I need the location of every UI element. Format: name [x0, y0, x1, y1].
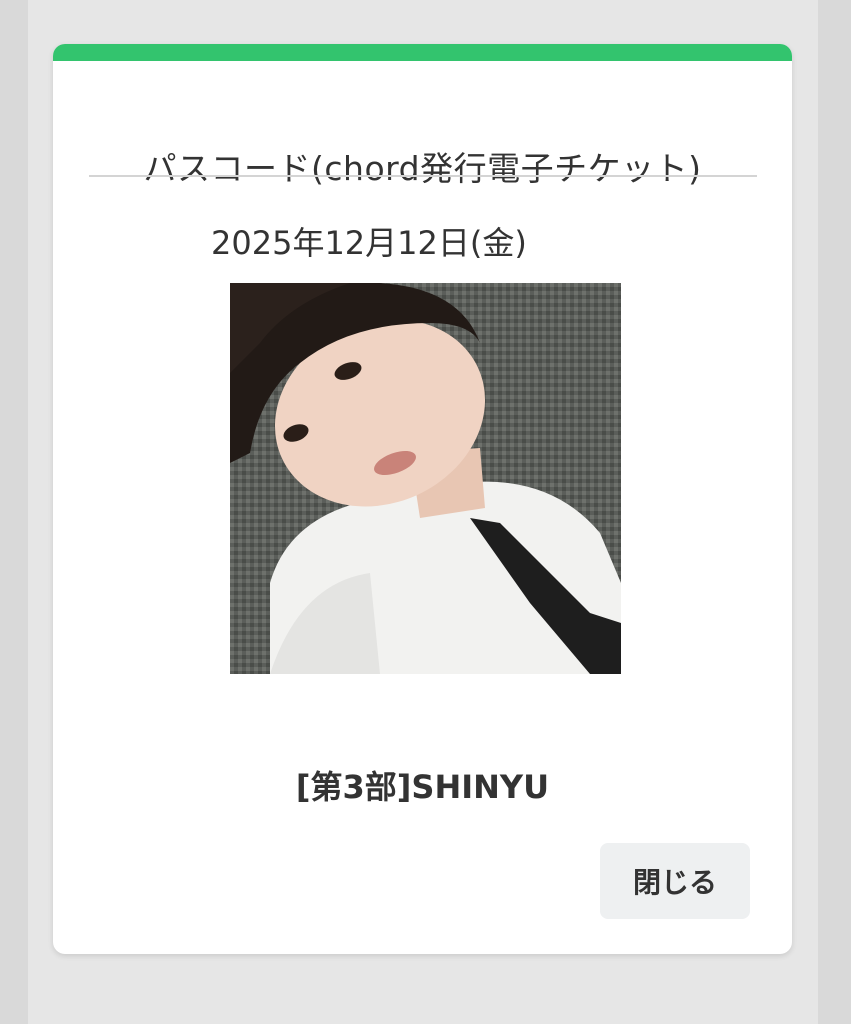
performer-label: [第3部]SHINYU	[295, 768, 550, 806]
modal-accent-bar	[53, 44, 792, 61]
title-divider	[89, 175, 757, 177]
ticket-modal: パスコード(chord発行電子チケット) 2025年12月12日(金) [第3部…	[53, 44, 792, 954]
close-button[interactable]: 閉じる	[600, 843, 750, 919]
modal-title: パスコード(chord発行電子チケット)	[143, 149, 702, 188]
event-date: 2025年12月12日(金)	[211, 224, 527, 262]
performer-photo	[230, 283, 621, 674]
